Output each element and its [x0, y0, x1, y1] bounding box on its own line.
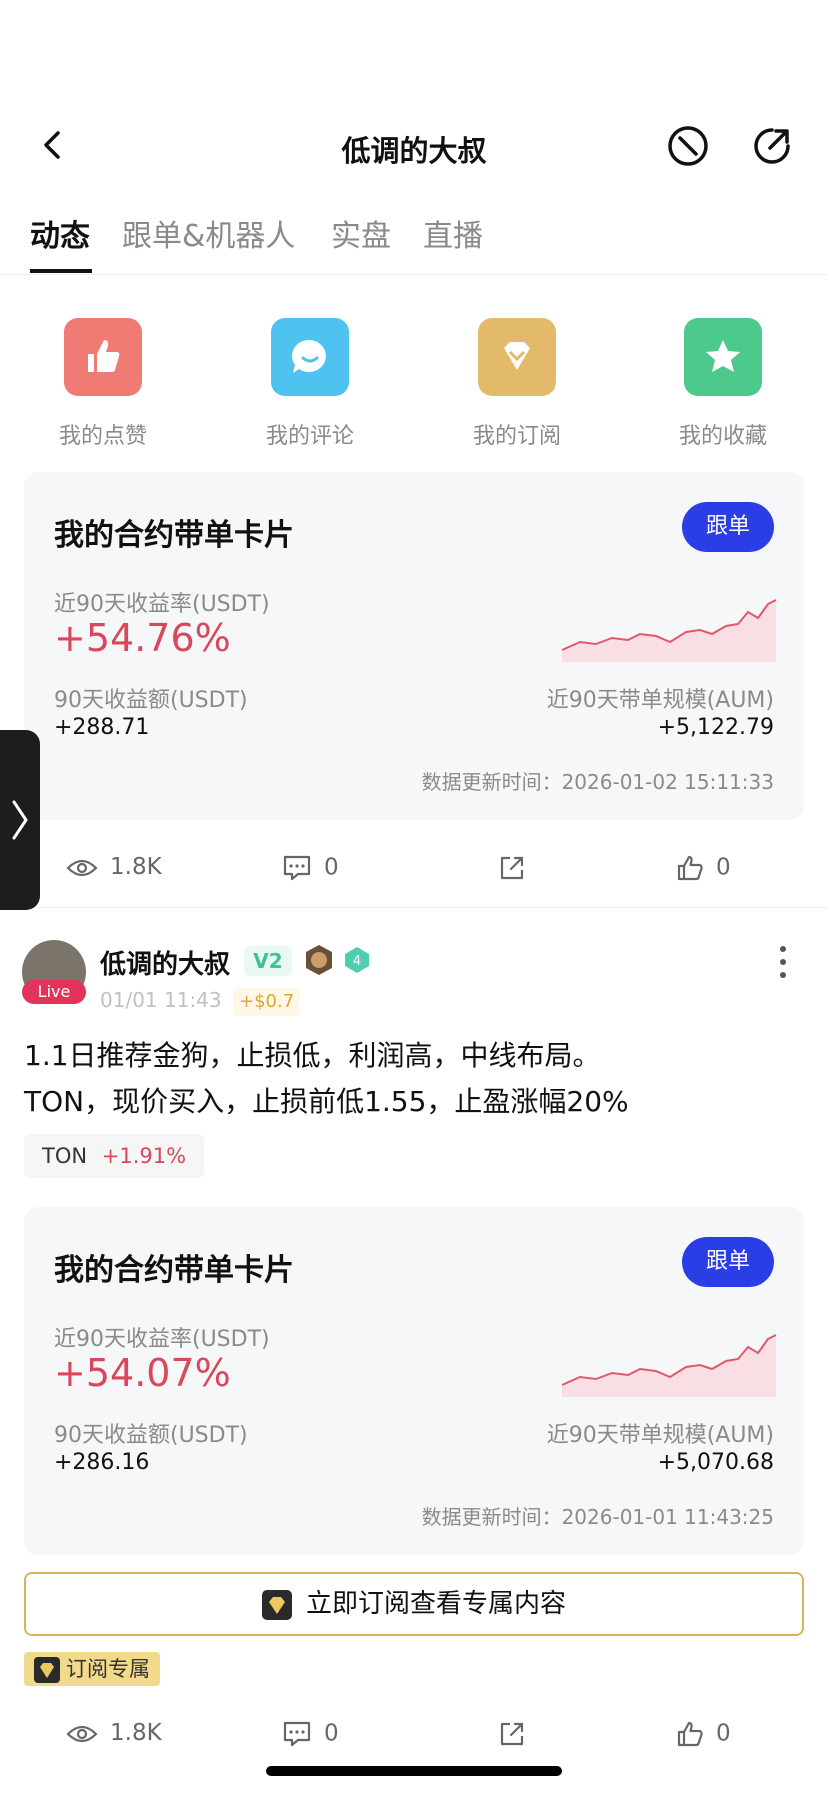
aum-label: 近90天带单规模(AUM): [546, 1423, 774, 1448]
pnl-value: +286.16: [54, 1450, 150, 1475]
pnl-label: 90天收益额(USDT): [54, 688, 248, 713]
star-icon: [706, 340, 740, 372]
roi-value: +54.76%: [54, 616, 231, 660]
roi-sparkline: [561, 599, 777, 662]
my-subscriptions-button[interactable]: [478, 318, 556, 396]
roi-label: 近90天收益率(USDT): [54, 592, 270, 617]
pnl-value: +288.71: [54, 715, 150, 740]
top-nav: 低调的大叔: [0, 100, 828, 190]
comment-icon: [283, 855, 311, 881]
divider: [0, 907, 828, 908]
my-comments-button[interactable]: [271, 318, 349, 396]
coin-tag[interactable]: TON +1.91%: [24, 1134, 205, 1178]
aum-value: +5,070.68: [657, 1450, 774, 1475]
update-time: 数据更新时间：2026-01-02 15:11:33: [421, 770, 774, 794]
view-count: 1.8K: [66, 1720, 162, 1746]
tab-live-account[interactable]: 实盘: [331, 211, 391, 255]
my-likes-button[interactable]: [64, 318, 142, 396]
copytrade-card[interactable]: 我的合约带单卡片 跟单 近90天收益率(USDT) +54.07% 90天收益额…: [24, 1207, 804, 1555]
my-subscriptions-label: 我的订阅: [472, 424, 561, 449]
tab-dynamics[interactable]: 动态: [30, 211, 90, 255]
post-text-line-2: TON，现价买入，止损前低1.55，止盈涨幅20%: [24, 1085, 629, 1118]
exclusive-badge: 订阅专属: [24, 1652, 160, 1686]
share-icon[interactable]: [750, 124, 794, 168]
tab-copytrade-bots[interactable]: 跟单&机器人: [122, 211, 295, 255]
diamond-icon: [504, 342, 530, 370]
home-indicator: [266, 1766, 562, 1776]
roi-label: 近90天收益率(USDT): [54, 1327, 270, 1352]
gain-badge: +$0.7: [233, 988, 301, 1016]
side-drawer-handle[interactable]: [0, 730, 40, 910]
like-count: 0: [716, 1720, 731, 1747]
my-favorites-button[interactable]: [684, 318, 762, 396]
more-options-icon[interactable]: [778, 944, 788, 980]
comment-icon: [283, 1721, 311, 1747]
thumbs-up-icon: [88, 340, 120, 372]
update-time: 数据更新时间：2026-01-01 11:43:25: [421, 1505, 774, 1529]
comment-count: 0: [324, 854, 339, 881]
author-name[interactable]: 低调的大叔: [100, 944, 230, 981]
rank-badge-icon: 4: [345, 947, 369, 973]
post-text-line-1: 1.1日推荐金狗，止损低，利润高，中线布局。: [24, 1039, 601, 1072]
exclusive-label: 订阅专属: [66, 1657, 150, 1681]
thumbs-up-icon: [677, 1721, 703, 1747]
comment-count: 0: [324, 1720, 339, 1747]
thumbs-up-icon: [677, 855, 703, 881]
comment-icon: [292, 339, 326, 373]
card-title: 我的合约带单卡片: [54, 518, 294, 553]
share-icon[interactable]: [498, 1720, 526, 1748]
rank-badge-number: 4: [353, 954, 361, 969]
active-tab-indicator: [30, 269, 92, 273]
roi-sparkline: [561, 1334, 777, 1397]
post-time: 01/01 11:43: [100, 988, 222, 1012]
view-count: 1.8K: [66, 854, 162, 880]
pnl-label: 90天收益额(USDT): [54, 1423, 248, 1448]
coin-symbol: TON: [42, 1144, 88, 1168]
like-count: 0: [716, 854, 731, 881]
follow-button[interactable]: 跟单: [682, 502, 774, 552]
like-button[interactable]: 0: [676, 1720, 731, 1748]
roi-value: +54.07%: [54, 1351, 231, 1395]
my-comments-label: 我的评论: [265, 424, 354, 449]
my-favorites-label: 我的收藏: [678, 424, 767, 449]
card-title: 我的合约带单卡片: [54, 1253, 294, 1288]
medal-icon: [306, 945, 332, 975]
vip-level-badge: V2: [244, 946, 292, 976]
comment-button[interactable]: 0: [282, 854, 339, 882]
live-badge: Live: [22, 980, 86, 1004]
view-count-value: 1.8K: [110, 854, 162, 880]
aum-value: +5,122.79: [657, 715, 774, 740]
eye-icon: [66, 1725, 98, 1742]
diamond-icon: [34, 1657, 60, 1683]
tab-livestream[interactable]: 直播: [423, 211, 483, 255]
chevron-right-icon: [12, 800, 28, 840]
eye-icon: [66, 859, 98, 876]
my-likes-label: 我的点赞: [58, 424, 147, 449]
aum-label: 近90天带单规模(AUM): [546, 688, 774, 713]
view-count-value: 1.8K: [110, 1720, 162, 1746]
subscribe-label: 立即订阅查看专属内容: [305, 1589, 566, 1619]
tab-bar: 动态 跟单&机器人 实盘 直播: [0, 205, 828, 275]
subscribe-button[interactable]: 立即订阅查看专属内容: [24, 1572, 804, 1636]
coin-change: +1.91%: [101, 1144, 187, 1168]
like-button[interactable]: 0: [676, 854, 731, 882]
comment-button[interactable]: 0: [282, 1720, 339, 1748]
share-icon[interactable]: [498, 854, 526, 882]
follow-button[interactable]: 跟单: [682, 1237, 774, 1287]
block-icon[interactable]: [666, 124, 710, 168]
diamond-icon: [261, 1589, 292, 1620]
copytrade-card[interactable]: 我的合约带单卡片 跟单 近90天收益率(USDT) +54.76% 90天收益额…: [24, 472, 804, 820]
